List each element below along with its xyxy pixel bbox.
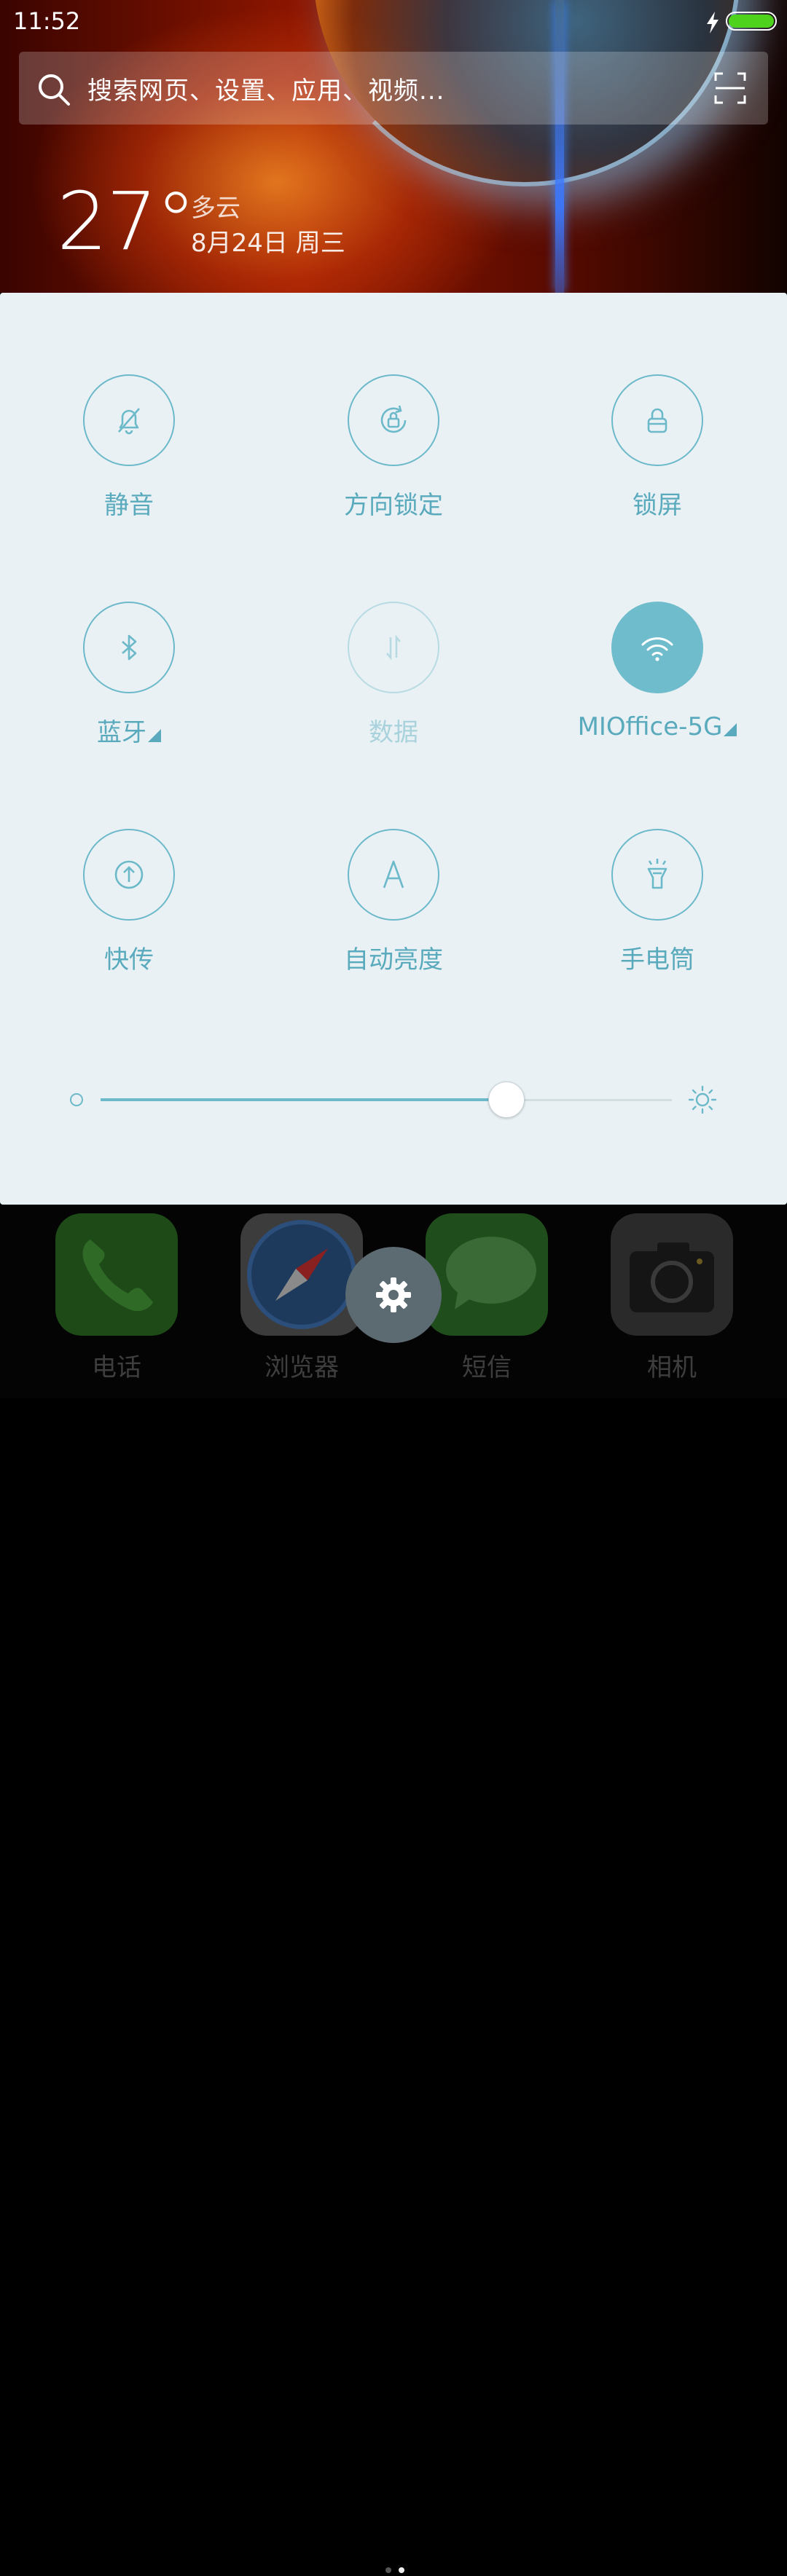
silent-button[interactable] — [83, 374, 175, 466]
mobile-data-label: 数据 — [369, 718, 418, 747]
gear-icon — [376, 1277, 411, 1312]
quick-settings-panel: 静音 方向锁定 锁屏 蓝牙 数据 MIOffice-5G 快传 自动亮度 手电筒 — [0, 293, 787, 1205]
app-label: 浏览器 — [265, 1353, 339, 1382]
toggle-rotation-lock[interactable]: 方向锁定 — [284, 374, 503, 521]
wifi-label-row[interactable]: MIOffice-5G — [548, 712, 767, 741]
search-placeholder: 搜索网页、设置、应用、视频... — [87, 76, 445, 106]
rotation-lock-icon — [380, 405, 407, 433]
app-phone[interactable]: 电话 — [55, 1213, 178, 1383]
bluetooth-icon — [122, 634, 137, 661]
toggle-bluetooth[interactable]: 蓝牙 — [20, 602, 238, 748]
rotation-lock-label: 方向锁定 — [344, 491, 443, 520]
brightness-high-icon — [688, 1085, 717, 1114]
wifi-icon — [641, 637, 673, 661]
auto-brightness-label: 自动亮度 — [344, 945, 443, 974]
weather-date: 8月24日 周三 — [191, 229, 345, 258]
search-bar[interactable]: 搜索网页、设置、应用、视频... — [19, 52, 768, 125]
app-browser[interactable]: 浏览器 — [240, 1213, 363, 1383]
page-dot-active — [399, 2567, 404, 2573]
mobile-data-button[interactable] — [348, 602, 439, 693]
auto-brightness-button[interactable] — [348, 829, 439, 921]
toggle-silent[interactable]: 静音 — [20, 374, 238, 521]
weather-condition: 多云 — [191, 194, 240, 223]
expand-arrow-icon[interactable] — [148, 729, 161, 742]
lock-screen-button[interactable] — [611, 374, 703, 466]
search-icon — [39, 74, 70, 106]
bluetooth-button[interactable] — [83, 602, 175, 693]
message-bubble-icon — [426, 1213, 548, 1336]
wifi-button[interactable] — [611, 602, 703, 693]
quick-share-button[interactable] — [83, 829, 175, 921]
flashlight-label: 手电筒 — [620, 945, 694, 974]
slider-thumb[interactable] — [488, 1082, 525, 1118]
toggle-mobile-data[interactable]: 数据 — [284, 602, 503, 748]
slider-fill — [101, 1098, 506, 1101]
brightness-low-icon — [70, 1093, 83, 1106]
app-camera[interactable]: 相机 — [611, 1213, 733, 1383]
bell-off-icon — [118, 408, 140, 435]
toggle-lock-screen[interactable]: 锁屏 — [548, 374, 767, 521]
quick-share-label: 快传 — [104, 945, 154, 974]
toggle-auto-brightness[interactable]: 自动亮度 — [284, 829, 503, 975]
lock-screen-label: 锁屏 — [633, 491, 682, 520]
wallpaper: 11:52 搜索网页、设置、应用、视频... 27° 多云 8月24日 周三 — [0, 0, 787, 293]
battery-icon — [726, 12, 777, 31]
wifi-label: MIOffice-5G — [577, 712, 723, 741]
compass-icon — [240, 1213, 363, 1336]
phone-icon — [55, 1213, 178, 1336]
toggle-wifi[interactable]: MIOffice-5G — [548, 602, 767, 741]
toggle-quick-share[interactable]: 快传 — [20, 829, 238, 975]
flashlight-button[interactable] — [611, 829, 703, 921]
scan-icon[interactable] — [714, 72, 746, 104]
charging-icon — [707, 12, 719, 34]
letter-a-icon — [383, 860, 404, 889]
toggle-flashlight[interactable]: 手电筒 — [548, 829, 767, 975]
lock-icon — [647, 408, 667, 433]
settings-button[interactable] — [345, 1247, 442, 1343]
data-arrows-icon — [386, 634, 401, 661]
page-dot — [385, 2567, 391, 2573]
camera-icon — [611, 1213, 733, 1336]
rotation-lock-button[interactable] — [348, 374, 439, 466]
app-label: 电话 — [92, 1353, 141, 1382]
light-beam-graphic — [555, 0, 564, 293]
silent-label: 静音 — [104, 491, 154, 520]
app-label: 相机 — [647, 1353, 697, 1382]
page-indicator — [382, 2562, 411, 2573]
expand-arrow-icon[interactable] — [724, 723, 737, 736]
bluetooth-label-row[interactable]: 蓝牙 — [20, 712, 238, 748]
upload-icon — [114, 860, 144, 889]
app-messages[interactable]: 短信 — [426, 1213, 548, 1383]
brightness-slider[interactable] — [67, 1078, 723, 1122]
bluetooth-label: 蓝牙 — [97, 718, 146, 747]
status-time: 11:52 — [13, 7, 81, 35]
flashlight-icon — [647, 859, 667, 889]
app-label: 短信 — [462, 1353, 512, 1382]
weather-temperature[interactable]: 27° — [57, 175, 196, 268]
